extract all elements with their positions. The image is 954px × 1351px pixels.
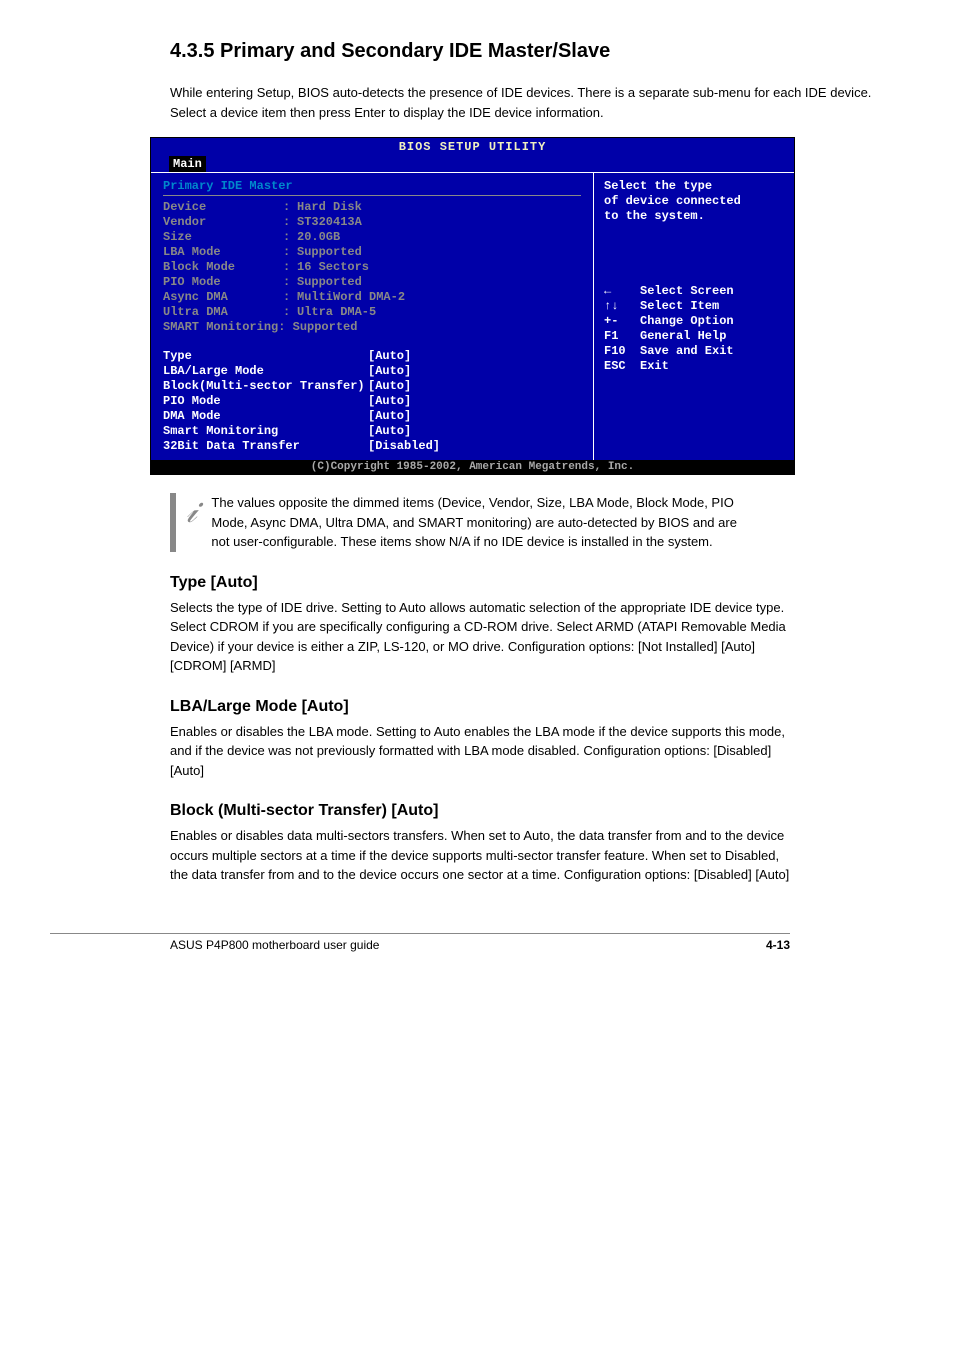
bios-info-row: Async DMA:MultiWord DMA-2 [163, 290, 581, 305]
bios-info-row: PIO Mode:Supported [163, 275, 581, 290]
note-text: The values opposite the dimmed items (De… [211, 493, 751, 552]
section-body: Selects the type of IDE drive. Setting t… [170, 598, 790, 676]
help-line: Select the type [604, 179, 784, 194]
bios-section-title: Primary IDE Master [163, 179, 581, 193]
note-icon: 𝒾 [186, 493, 197, 531]
page-footer: ASUS P4P800 motherboard user guide 4-13 [50, 933, 790, 952]
bios-info-row: Size:20.0GB [163, 230, 581, 245]
bios-setting-row[interactable]: 32Bit Data Transfer[Disabled] [163, 439, 581, 454]
nav-hint-row: ←Select Screen [604, 284, 784, 299]
footer-page-number: 4-13 [766, 938, 790, 952]
section-heading: LBA/Large Mode [Auto] [170, 698, 790, 716]
bios-help-panel: Select the type of device connected to t… [594, 173, 794, 460]
nav-hint-row: ↑↓Select Item [604, 299, 784, 314]
page-intro: While entering Setup, BIOS auto-detects … [50, 83, 904, 122]
description-section: Type [Auto] Selects the type of IDE drive… [50, 574, 790, 676]
bios-info-row: Vendor:ST320413A [163, 215, 581, 230]
help-line: to the system. [604, 209, 784, 224]
nav-hint-row: +-Change Option [604, 314, 784, 329]
page-title: 4.3.5 Primary and Secondary IDE Master/S… [50, 40, 904, 63]
note-block: 𝒾 The values opposite the dimmed items (… [170, 493, 790, 552]
section-body: Enables or disables data multi-sectors t… [170, 826, 790, 885]
bios-left-panel: Primary IDE Master Device:Hard DiskVendo… [151, 173, 594, 460]
bios-setting-row[interactable]: Smart Monitoring[Auto] [163, 424, 581, 439]
bios-info-row: Block Mode:16 Sectors [163, 260, 581, 275]
help-line: of device connected [604, 194, 784, 209]
bios-setting-row[interactable]: Type[Auto] [163, 349, 581, 364]
description-section: Block (Multi-sector Transfer) [Auto] Enab… [50, 802, 790, 885]
section-heading: Type [Auto] [170, 574, 790, 592]
bios-screenshot: BIOS SETUP UTILITY Main Primary IDE Mast… [150, 137, 795, 475]
nav-hint-row: F10Save and Exit [604, 344, 784, 359]
bios-setting-row[interactable]: DMA Mode[Auto] [163, 409, 581, 424]
section-heading: Block (Multi-sector Transfer) [Auto] [170, 802, 790, 820]
description-section: LBA/Large Mode [Auto] Enables or disables… [50, 698, 790, 781]
bios-info-row: SMART Monitoring: Supported [163, 320, 581, 335]
nav-hint-row: F1General Help [604, 329, 784, 344]
bios-info-row: Ultra DMA:Ultra DMA-5 [163, 305, 581, 320]
nav-hint-row: ESCExit [604, 359, 784, 374]
bios-info-row: LBA Mode:Supported [163, 245, 581, 260]
bios-info-row: Device:Hard Disk [163, 200, 581, 215]
bios-title: BIOS SETUP UTILITY [151, 138, 794, 156]
bios-tab-main[interactable]: Main [169, 156, 206, 172]
bios-setting-row[interactable]: LBA/Large Mode[Auto] [163, 364, 581, 379]
footer-left: ASUS P4P800 motherboard user guide [170, 938, 379, 952]
bios-setting-row[interactable]: PIO Mode[Auto] [163, 394, 581, 409]
bios-copyright: (C)Copyright 1985-2002, American Megatre… [151, 460, 794, 474]
section-body: Enables or disables the LBA mode. Settin… [170, 722, 790, 781]
bios-setting-row[interactable]: Block(Multi-sector Transfer)[Auto] [163, 379, 581, 394]
